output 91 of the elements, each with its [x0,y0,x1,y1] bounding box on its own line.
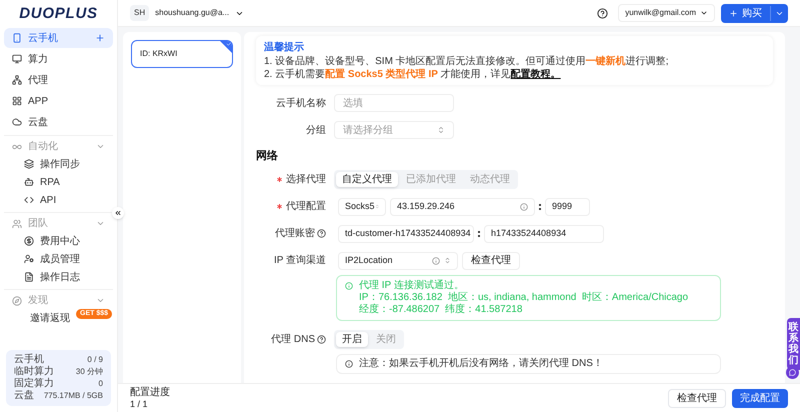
info-icon [520,202,528,210]
sidebar-item[interactable]: 云盘 [4,112,113,132]
document-icon [24,272,34,282]
updown-icon [374,203,379,210]
usage-label: 云盘 [14,391,34,401]
people-icon [12,218,22,228]
info-icon [345,360,353,368]
device-card[interactable]: ID: KRxWI [131,40,233,68]
network-icon [12,75,22,85]
info-icon [345,282,353,290]
sidebar-item[interactable]: 云手机 [4,28,113,48]
name-input[interactable]: 选填 [334,94,454,112]
add-icon[interactable] [95,33,105,43]
cloud-icon [12,117,22,127]
usage-value: 0 / 9 [87,356,103,364]
chevron-icon [96,142,105,151]
field-label: 云手机名称 [276,96,326,110]
notice-line: 1. 设备品牌、设备型号、SIM 卡地区配置后无法直接修改。但可通过使用一键新机进行调整; [264,55,670,68]
notice-title: 温馨提示 [264,40,305,55]
info-icon [432,256,440,264]
tutorial-link[interactable]: 配置教程。 [510,69,561,80]
proxy-type-tab[interactable]: 自定义代理 [336,172,398,186]
avatar: SH [130,5,150,21]
code-icon [24,195,34,205]
finish-button[interactable]: 完成配置 [732,388,788,408]
sidebar-item[interactable]: 操作日志 [40,270,80,284]
usage-label: 临时算力 [14,367,54,377]
sidebar-item[interactable]: API [40,192,56,208]
ip-channel-select[interactable]: IP2Location [338,252,458,270]
monitor-icon [12,54,22,64]
field-label: 代理账密 [275,226,315,241]
chevron-icon [96,219,105,228]
field-label: 代理 DNS [271,332,315,346]
help-icon[interactable] [597,8,608,18]
usage-value: 0 [98,380,103,388]
user-dropdown[interactable]: yunwilk@gmail.com [618,4,715,22]
colon-separator [539,204,541,210]
updown-icon [444,257,451,264]
field-label: 选择代理 [286,172,326,186]
user-gear-icon [24,254,34,264]
progress-label: 配置进度 [130,386,170,398]
sidebar-item[interactable]: 成员管理 [40,252,80,266]
protocol-select[interactable]: Socks5 [338,198,386,216]
sidebar-item[interactable]: APP [4,91,113,111]
chevron-icon [700,9,708,17]
logo: DUOPLUS [19,4,98,24]
colon-separator [478,230,480,236]
robot-icon [24,177,34,187]
dns-note: 注意：如果云手机开机后没有网络，请关闭代理 DNS！ [336,354,721,374]
field-label: IP 查询渠道 [274,254,326,268]
host-input[interactable]: 43.159.29.246 [390,198,535,216]
sidebar-collapse-button[interactable] [112,207,124,219]
sidebar-item[interactable]: RPA [40,174,60,190]
result-title: 代理 IP 连接测试通过。 [359,280,465,292]
result-line: IP：76.136.36.182 地区：us, indiana, hammond 时区：America/Chicago [359,292,688,304]
stack-icon [24,159,34,169]
grid-icon [12,96,22,106]
notice-line: 2. 云手机需要配置 Socks5 类型代理 IP 才能使用，详见配置教程。 [264,68,562,81]
usage-value: 775.17MB / 5GB [44,392,103,400]
usage-value: 30 分钟 [76,368,103,376]
result-line: 经度：-87.486207 纬度：41.587218 [359,304,524,316]
usage-label: 云手机 [14,355,44,365]
check-button[interactable]: 检查代理 [668,388,726,408]
dns-toggle-tab[interactable]: 开启 [336,332,368,346]
compass-icon [12,296,22,306]
progress-count: 1 / 1 [130,398,148,410]
account-name[interactable]: shoushuang.gu@a... [155,7,230,19]
chat-icon [789,369,796,376]
chevron-icon [96,296,105,305]
help-icon [317,334,326,344]
buy-button[interactable]: 购买 [721,4,788,22]
sidebar-item[interactable]: 操作同步 [40,156,80,172]
sidebar-item[interactable]: 代理 [4,70,113,90]
phone-icon [12,33,22,43]
sidebar-item[interactable]: 费用中心 [40,234,80,248]
sidebar-item[interactable]: 算力 [4,49,113,69]
contact-tab[interactable]: 联系我们 [787,318,800,370]
field-label: 分组 [306,124,326,138]
field-label: 代理配置 [286,200,326,214]
section-title: 网络 [256,148,278,164]
password-input[interactable]: h17433524408934 [484,224,604,242]
check-proxy-button[interactable]: 检查代理 [462,252,520,270]
plus-icon [729,8,738,18]
username-input[interactable]: td-customer-h17433524408934 [338,224,474,242]
double-chevron-icon [114,209,122,217]
port-input[interactable]: 9999 [545,198,590,216]
usage-label: 固定算力 [14,379,54,389]
updown-icon [437,126,445,134]
help-icon [317,229,326,238]
coin-icon [24,236,34,246]
sidebar-item[interactable]: 邀请返现 [30,310,70,326]
